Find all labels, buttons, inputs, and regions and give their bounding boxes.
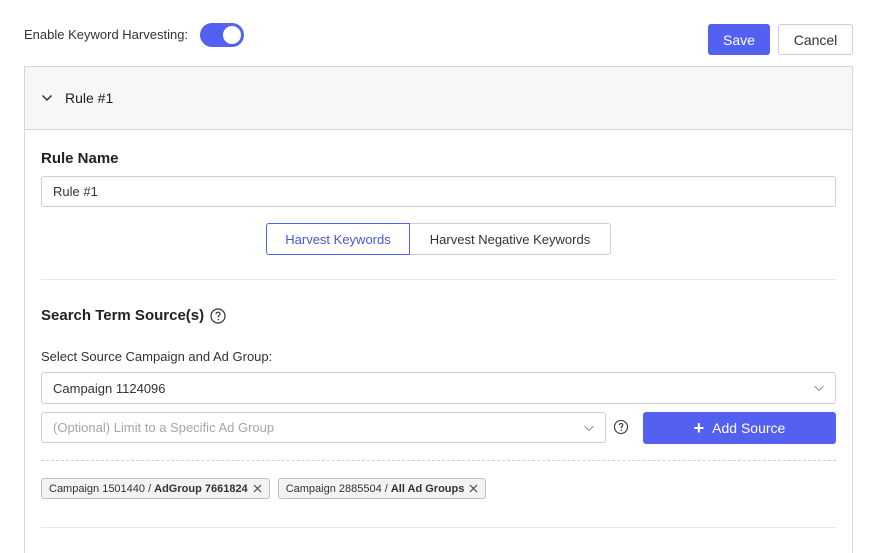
enable-harvesting-label: Enable Keyword Harvesting:: [24, 27, 189, 42]
save-button[interactable]: Save: [708, 24, 770, 55]
rule-name-label: Rule Name: [41, 150, 119, 167]
harvest-mode-toggle: Harvest Keywords Harvest Negative Keywor…: [266, 223, 611, 255]
add-source-label: Add Source: [712, 420, 786, 436]
chevron-down-icon: [814, 385, 824, 392]
add-source-button[interactable]: + Add Source: [643, 412, 836, 444]
search-term-sources-heading: Search Term Source(s): [41, 307, 226, 324]
source-select-label: Select Source Campaign and Ad Group:: [41, 349, 273, 364]
source-chip: Campaign 1501440 / AdGroup 7661824: [41, 478, 270, 499]
source-chips: Campaign 1501440 / AdGroup 7661824 Campa…: [41, 478, 487, 499]
chip-group: AdGroup 7661824: [154, 482, 248, 495]
rule-name-input[interactable]: [41, 176, 836, 207]
campaign-select-value: Campaign 1124096: [53, 380, 166, 396]
chip-campaign: Campaign 1501440 /: [49, 482, 152, 495]
rule-panel-header[interactable]: Rule #1: [25, 67, 852, 130]
chevron-down-icon: [584, 425, 594, 432]
rule-panel: Rule #1 Rule Name Harvest Keywords Harve…: [24, 66, 853, 553]
section-divider: [41, 279, 836, 280]
search-term-sources-title: Search Term Source(s): [41, 307, 205, 324]
cancel-button[interactable]: Cancel: [778, 24, 853, 55]
enable-harvesting-toggle[interactable]: [200, 23, 244, 47]
campaign-select[interactable]: Campaign 1124096: [41, 372, 836, 404]
close-icon[interactable]: [253, 484, 262, 493]
section-divider: [41, 527, 836, 528]
adgroup-select-placeholder: (Optional) Limit to a Specific Ad Group: [53, 420, 275, 435]
plus-icon: +: [693, 418, 705, 438]
adgroup-select[interactable]: (Optional) Limit to a Specific Ad Group: [41, 412, 606, 443]
source-chip: Campaign 2885504 / All Ad Groups: [277, 478, 487, 499]
tab-harvest-keywords[interactable]: Harvest Keywords: [266, 223, 410, 255]
rule-title: Rule #1: [65, 90, 114, 106]
toggle-knob: [223, 26, 241, 44]
help-icon[interactable]: [210, 307, 226, 324]
chevron-down-icon: [41, 94, 53, 102]
dashed-divider: [41, 460, 836, 461]
help-icon[interactable]: [613, 419, 629, 435]
chip-campaign: Campaign 2885504 /: [285, 482, 388, 495]
chip-group: All Ad Groups: [390, 482, 465, 495]
close-icon[interactable]: [469, 484, 478, 493]
top-bar: Enable Keyword Harvesting: Save Cancel: [24, 20, 853, 56]
tab-harvest-negative-keywords[interactable]: Harvest Negative Keywords: [410, 223, 611, 255]
